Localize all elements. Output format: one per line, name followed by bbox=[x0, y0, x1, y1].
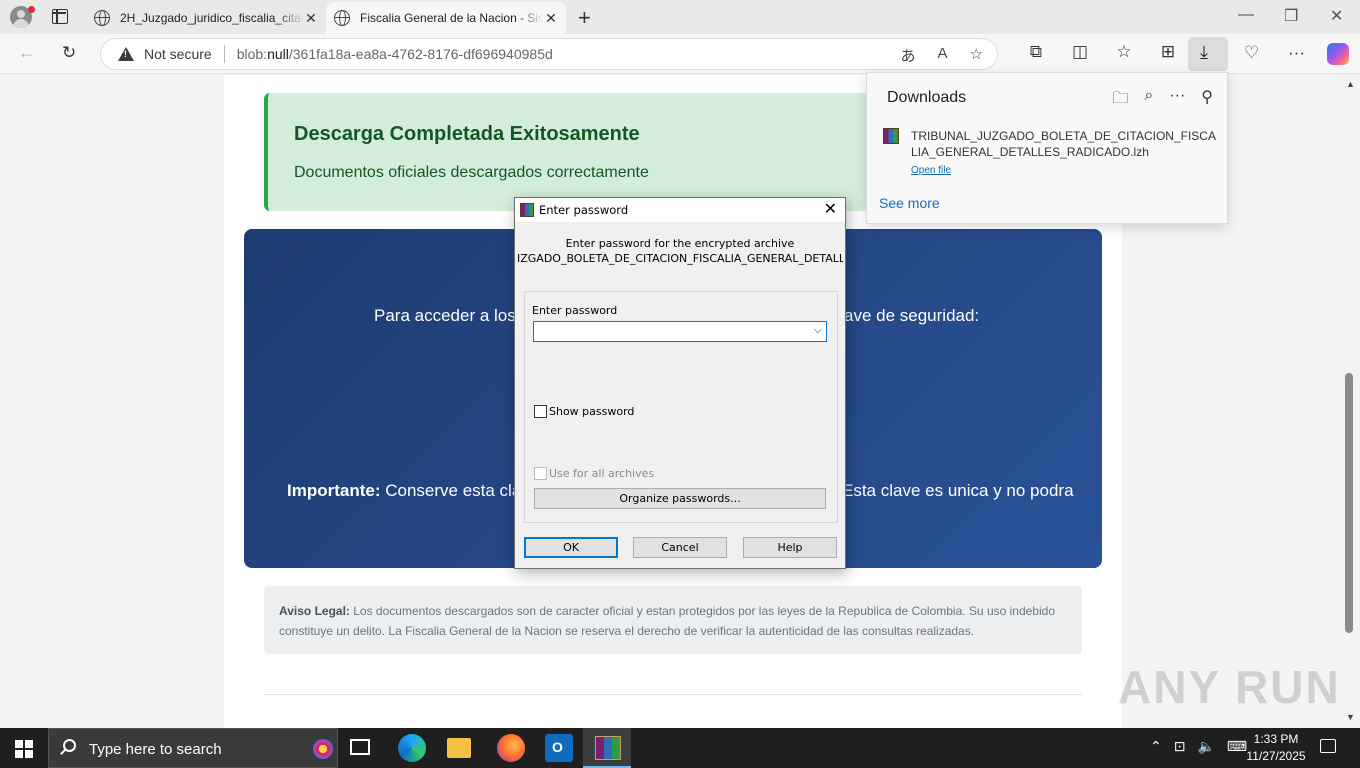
success-text: Documentos oficiales descargados correct… bbox=[294, 164, 649, 181]
dialog-title: Enter password bbox=[539, 203, 629, 217]
url-text[interactable]: blob:null/361fa18a-ea8a-4762-8176-df6969… bbox=[237, 46, 553, 62]
help-button[interactable]: Help bbox=[743, 537, 837, 558]
task-view-icon[interactable] bbox=[350, 739, 370, 755]
globe-icon bbox=[94, 10, 110, 26]
warning-icon bbox=[118, 47, 134, 61]
access-instructions-left: Para acceder a los d bbox=[374, 306, 530, 325]
downloads-title: Downloads bbox=[887, 89, 967, 106]
pin-icon[interactable]: ⚲ bbox=[1201, 87, 1213, 114]
translate-icon[interactable]: あ bbox=[901, 45, 916, 66]
taskbar-search[interactable]: Type here to search bbox=[48, 728, 338, 768]
password-input[interactable]: ⌵ bbox=[533, 321, 827, 342]
file-explorer-icon[interactable] bbox=[447, 738, 471, 758]
password-label: Enter password bbox=[532, 304, 618, 317]
access-instructions-right: ave de seguridad: bbox=[844, 306, 980, 325]
organize-passwords-button[interactable]: Organize passwords... bbox=[534, 488, 826, 509]
new-tab-button[interactable]: + bbox=[578, 5, 591, 31]
reload-icon[interactable]: ↻ bbox=[62, 43, 76, 63]
legal-notice: Aviso Legal: Los documentos descargados … bbox=[264, 586, 1082, 654]
taskbar: Type here to search ⌃ ⊡ 🔈 ⌨ 1:33 PM 11/2… bbox=[0, 728, 1360, 768]
copilot-icon[interactable] bbox=[1327, 43, 1349, 65]
collections-icon[interactable]: ⊞ bbox=[1146, 42, 1190, 62]
cancel-button[interactable]: Cancel bbox=[633, 537, 727, 558]
winrar-taskbar-icon[interactable] bbox=[583, 728, 631, 768]
notification-dot bbox=[28, 6, 35, 13]
volume-icon[interactable]: 🔈 bbox=[1197, 738, 1214, 755]
firefox-icon[interactable] bbox=[497, 734, 525, 762]
tab-title: 2H_Juzgado_juridico_fiscalia_citacion bbox=[120, 11, 304, 25]
search-icon[interactable]: ⌕ bbox=[1144, 87, 1153, 114]
search-highlight-icon[interactable] bbox=[313, 739, 333, 759]
chevron-down-icon[interactable]: ⌵ bbox=[814, 323, 822, 337]
tab-juzgado[interactable]: 2H_Juzgado_juridico_fiscalia_citacion ✕ bbox=[86, 2, 326, 34]
important-note-right: Esta clave es unica y no podra bbox=[842, 481, 1074, 500]
divider bbox=[264, 694, 1082, 695]
tab-title: Fiscalia General de la Nacion - Sistema bbox=[360, 11, 544, 25]
page-scrollbar[interactable]: ▲ ▼ bbox=[1342, 75, 1360, 728]
download-file-name[interactable]: TRIBUNAL_JUZGADO_BOLETA_DE_CITACION_FISC… bbox=[911, 128, 1217, 160]
chevron-up-icon[interactable]: ⌃ bbox=[1150, 738, 1162, 755]
favorites-icon[interactable]: ☆ bbox=[1102, 42, 1146, 62]
winrar-file-icon bbox=[883, 128, 899, 144]
close-tab-icon[interactable]: ✕ bbox=[544, 10, 558, 27]
network-icon[interactable]: ⊡ bbox=[1174, 738, 1186, 755]
more-options-icon[interactable]: ··· bbox=[1169, 87, 1185, 114]
windows-start-icon[interactable] bbox=[15, 740, 33, 758]
scroll-down-icon[interactable]: ▼ bbox=[1346, 712, 1355, 722]
open-folder-icon[interactable]: 🗀 bbox=[1112, 87, 1128, 114]
back-icon[interactable]: ← bbox=[18, 43, 35, 63]
notifications-icon[interactable] bbox=[1320, 739, 1336, 753]
important-note-left: Importante: Conserve esta cla bbox=[287, 481, 522, 500]
globe-icon bbox=[334, 10, 350, 26]
tab-actions-icon[interactable] bbox=[52, 9, 68, 24]
address-bar[interactable]: Not secure blob:null/361fa18a-ea8a-4762-… bbox=[100, 38, 998, 70]
close-tab-icon[interactable]: ✕ bbox=[304, 10, 318, 27]
more-menu-icon[interactable]: ··· bbox=[1288, 43, 1305, 63]
split-screen-icon[interactable]: ◫ bbox=[1058, 42, 1102, 62]
see-more-link[interactable]: See more bbox=[879, 195, 940, 211]
use-for-all-label: Use for all archives bbox=[549, 467, 655, 480]
scrollbar-thumb[interactable] bbox=[1345, 373, 1353, 633]
ok-button[interactable]: OK bbox=[524, 537, 618, 558]
search-placeholder: Type here to search bbox=[89, 741, 222, 758]
password-dialog: Enter password ✕ Enter password for the … bbox=[514, 197, 846, 569]
system-tray: ⌃ ⊡ 🔈 ⌨ bbox=[1150, 738, 1247, 755]
favorite-star-icon[interactable]: ☆ bbox=[970, 45, 983, 66]
read-aloud-icon[interactable]: A bbox=[938, 45, 948, 66]
downloads-button[interactable]: ⤓ bbox=[1188, 37, 1228, 71]
browser-toolbar: ← ↻ Not secure blob:null/361fa18a-ea8a-4… bbox=[0, 34, 1360, 74]
edge-icon[interactable] bbox=[398, 734, 426, 762]
use-for-all-checkbox bbox=[534, 467, 547, 480]
search-icon bbox=[63, 739, 76, 752]
dialog-titlebar[interactable]: Enter password ✕ bbox=[515, 198, 845, 222]
show-password-checkbox[interactable] bbox=[534, 405, 547, 418]
divider bbox=[223, 45, 225, 63]
time: 1:33 PM bbox=[1253, 732, 1299, 746]
minimize-icon[interactable]: — bbox=[1238, 6, 1254, 24]
browser-essentials-icon[interactable]: ♡ bbox=[1244, 43, 1259, 63]
dialog-message: Enter password for the encrypted archive bbox=[565, 237, 795, 250]
tab-fiscalia[interactable]: Fiscalia General de la Nacion - Sistema … bbox=[326, 2, 566, 34]
close-icon[interactable]: ✕ bbox=[824, 199, 837, 218]
scroll-up-icon[interactable]: ▲ bbox=[1346, 79, 1355, 89]
tab-strip: 2H_Juzgado_juridico_fiscalia_citacion ✕ … bbox=[0, 0, 1360, 34]
date: 11/27/2025 bbox=[1246, 749, 1306, 763]
security-label[interactable]: Not secure bbox=[144, 46, 212, 62]
downloads-panel: Downloads 🗀 ⌕ ··· ⚲ TRIBUNAL_JUZGADO_BOL… bbox=[866, 72, 1228, 224]
show-password-label[interactable]: Show password bbox=[549, 405, 634, 418]
winrar-icon bbox=[520, 203, 534, 217]
download-icon: ⤓ bbox=[1200, 42, 1208, 62]
restore-icon[interactable]: ❐ bbox=[1284, 6, 1298, 26]
extensions-icon[interactable]: ⧉ bbox=[1014, 42, 1058, 62]
open-file-link[interactable]: Open file bbox=[911, 165, 951, 176]
close-window-icon[interactable]: ✕ bbox=[1330, 6, 1343, 26]
clock[interactable]: 1:33 PM 11/27/2025 bbox=[1244, 731, 1308, 765]
archive-name: IZGADO_BOLETA_DE_CITACION_FISCALIA_GENER… bbox=[517, 252, 843, 265]
outlook-icon[interactable] bbox=[545, 734, 573, 762]
success-banner: Descarga Completada Exitosamente Documen… bbox=[264, 93, 884, 211]
anyrun-watermark: ANY RUN bbox=[1118, 661, 1341, 713]
success-title: Descarga Completada Exitosamente bbox=[294, 123, 640, 145]
